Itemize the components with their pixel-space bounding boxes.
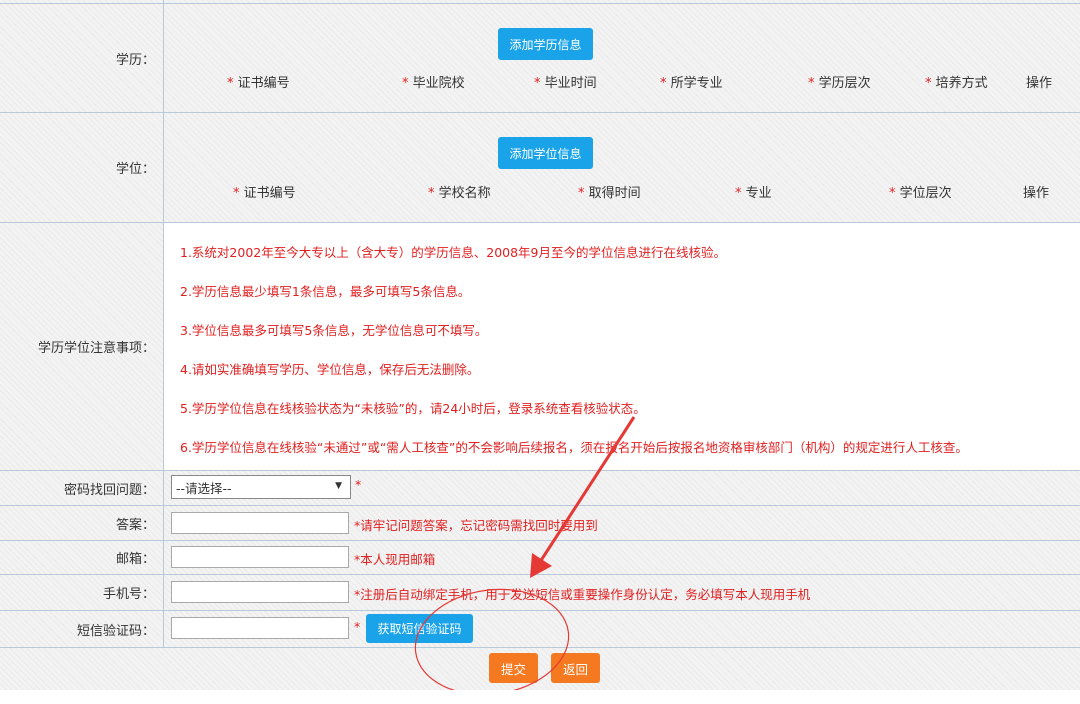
top-row-label-cell <box>0 0 164 3</box>
note-item: 6.学历学位信息在线核验“未通过”或“需人工核查”的不会影响后续报名，须在报名开… <box>180 440 968 455</box>
dropdown-arrow-icon: ▼ <box>335 481 342 491</box>
education-label: 学历： <box>0 4 164 112</box>
deg-col-cert-no: * 证书编号 <box>233 186 296 201</box>
registration-form: 学历： 添加学历信息 * 证书编号 * 毕业院校 * 毕业时间 * 所学专业 *… <box>0 0 1080 690</box>
deg-col-school-name: * 学校名称 <box>428 186 491 201</box>
edu-col-major: * 所学专业 <box>660 76 723 91</box>
email-content: *本人现用邮箱 <box>165 541 1080 574</box>
note-item: 5.学历学位信息在线核验状态为“未核验”的，请24小时后，登录系统查看核验状态。 <box>180 401 646 416</box>
edu-col-action: 操作 <box>1026 76 1053 91</box>
add-degree-button[interactable]: 添加学位信息 <box>498 137 593 169</box>
bottom-strip <box>0 690 1080 704</box>
phone-content: *注册后自动绑定手机，用于发送短信或重要操作身份认定，务必填写本人现用手机 <box>165 575 1080 610</box>
get-sms-code-button[interactable]: 获取短信验证码 <box>366 614 473 643</box>
question-label: 密码找回问题： <box>0 471 164 505</box>
degree-label: 学位： <box>0 113 164 222</box>
deg-col-obtain-time: * 取得时间 <box>578 186 641 201</box>
actions-row: 提交 返回 <box>0 648 1080 690</box>
education-row: 学历： 添加学历信息 * 证书编号 * 毕业院校 * 毕业时间 * 所学专业 *… <box>0 4 1080 113</box>
notes-content: 1.系统对2002年至今大专以上（含大专）的学历信息、2008年9月至今的学位信… <box>165 223 1080 470</box>
sms-content: * 获取短信验证码 <box>165 611 1080 647</box>
phone-label: 手机号： <box>0 575 164 610</box>
answer-label: 答案： <box>0 506 164 540</box>
note-item: 1.系统对2002年至今大专以上（含大专）的学历信息、2008年9月至今的学位信… <box>180 245 727 260</box>
question-select[interactable]: --请选择-- ▼ <box>171 475 351 499</box>
email-label: 邮箱： <box>0 541 164 574</box>
sms-row: 短信验证码： * 获取短信验证码 <box>0 611 1080 648</box>
edu-col-grad-time: * 毕业时间 <box>534 76 597 91</box>
sms-required-mark: * <box>354 619 361 634</box>
degree-content: 添加学位信息 * 证书编号 * 学校名称 * 取得时间 * 专业 * 学位层次 … <box>165 113 1080 222</box>
email-input[interactable] <box>171 546 349 568</box>
submit-button[interactable]: 提交 <box>489 653 538 683</box>
question-required-mark: * <box>355 477 362 492</box>
sms-label: 短信验证码： <box>0 611 164 647</box>
notes-row: 学历学位注意事项： 1.系统对2002年至今大专以上（含大专）的学历信息、200… <box>0 223 1080 471</box>
answer-content: *请牢记问题答案，忘记密码需找回时要用到 <box>165 506 1080 540</box>
add-education-button[interactable]: 添加学历信息 <box>498 28 593 60</box>
edu-col-study-mode: * 培养方式 <box>925 76 988 91</box>
edu-col-cert-no: * 证书编号 <box>227 76 290 91</box>
deg-col-action: 操作 <box>1023 186 1050 201</box>
deg-col-major: * 专业 <box>735 186 772 201</box>
answer-input[interactable] <box>171 512 349 534</box>
note-item: 4.请如实准确填写学历、学位信息，保存后无法删除。 <box>180 362 480 377</box>
note-item: 3.学位信息最多可填写5条信息，无学位信息可不填写。 <box>180 323 488 338</box>
answer-row: 答案： *请牢记问题答案，忘记密码需找回时要用到 <box>0 506 1080 541</box>
email-hint: *本人现用邮箱 <box>354 552 436 567</box>
edu-col-school: * 毕业院校 <box>402 76 465 91</box>
phone-hint: *注册后自动绑定手机，用于发送短信或重要操作身份认定，务必填写本人现用手机 <box>354 587 811 602</box>
answer-hint: *请牢记问题答案，忘记密码需找回时要用到 <box>354 518 598 533</box>
degree-row: 学位： 添加学位信息 * 证书编号 * 学校名称 * 取得时间 * 专业 * 学… <box>0 113 1080 223</box>
notes-label: 学历学位注意事项： <box>0 223 164 470</box>
email-row: 邮箱： *本人现用邮箱 <box>0 541 1080 575</box>
question-select-value: --请选择-- <box>176 480 232 496</box>
phone-input[interactable] <box>171 581 349 603</box>
note-item: 2.学历信息最少填写1条信息，最多可填写5条信息。 <box>180 284 471 299</box>
deg-col-level: * 学位层次 <box>889 186 952 201</box>
sms-code-input[interactable] <box>171 617 349 639</box>
back-button[interactable]: 返回 <box>551 653 600 683</box>
phone-row: 手机号： *注册后自动绑定手机，用于发送短信或重要操作身份认定，务必填写本人现用… <box>0 575 1080 611</box>
education-content: 添加学历信息 * 证书编号 * 毕业院校 * 毕业时间 * 所学专业 * 学历层… <box>165 4 1080 112</box>
question-row: 密码找回问题： --请选择-- ▼ * <box>0 471 1080 506</box>
question-content: --请选择-- ▼ * <box>165 471 1080 505</box>
edu-col-level: * 学历层次 <box>808 76 871 91</box>
